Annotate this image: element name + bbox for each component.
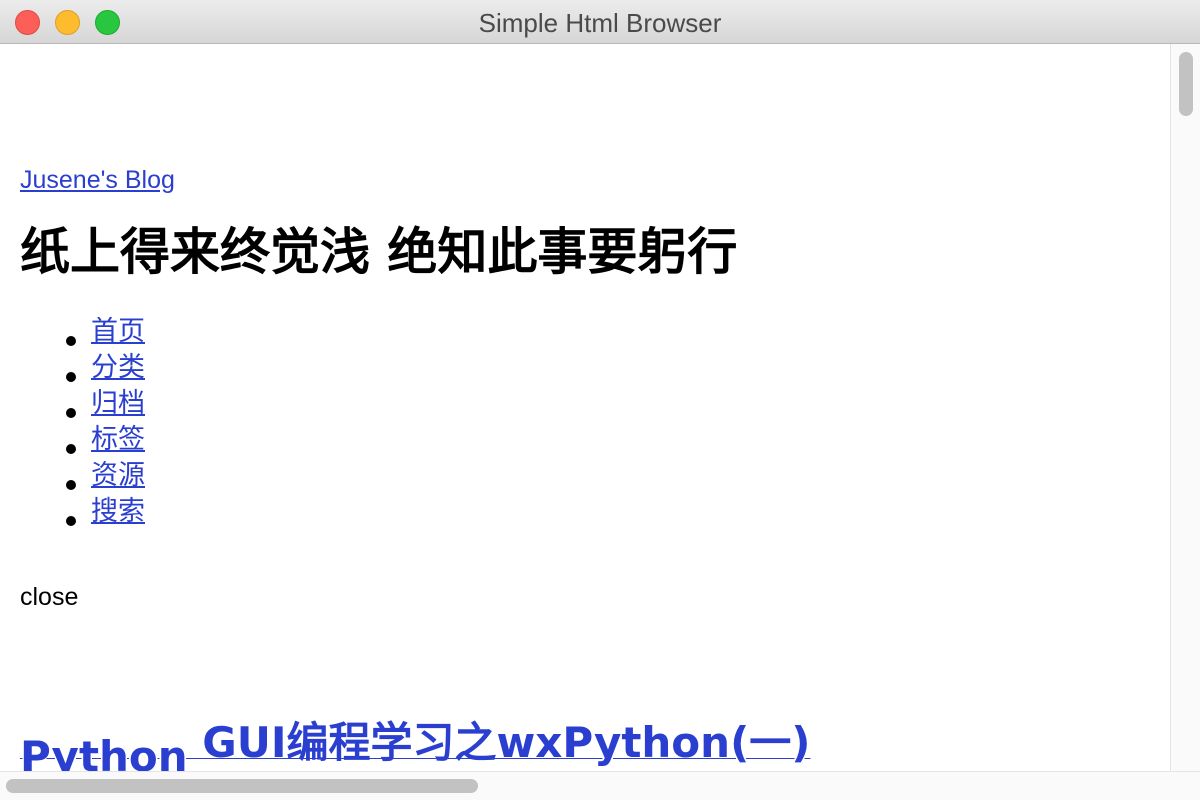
nav-item-archives: 归档 (62, 386, 145, 422)
nav-link-resources[interactable]: 资源 (91, 460, 145, 491)
nav-item-resources: 资源 (62, 458, 145, 494)
nav-link-home[interactable]: 首页 (91, 316, 145, 347)
blog-home-link[interactable]: Jusene's Blog (20, 166, 175, 195)
browser-window: Simple Html Browser Jusene's Blog 纸上得来终觉… (0, 0, 1200, 800)
nav-item-home: 首页 (62, 314, 145, 350)
vertical-scroll-thumb[interactable] (1179, 52, 1193, 116)
nav-item-tags: 标签 (62, 422, 145, 458)
post-title-part2: GUI编程学习之wxPython(一) (202, 718, 811, 767)
horizontal-scrollbar[interactable] (0, 771, 1200, 800)
nav-item-categories: 分类 (62, 350, 145, 386)
horizontal-scroll-thumb[interactable] (6, 779, 478, 793)
bullet-icon (66, 516, 76, 526)
nav-link-archives[interactable]: 归档 (91, 388, 145, 419)
nav-item-search: 搜索 (62, 494, 145, 530)
nav-link-search[interactable]: 搜索 (91, 496, 145, 527)
nav-link-categories[interactable]: 分类 (91, 352, 145, 383)
bullet-icon (66, 480, 76, 490)
bullet-icon (66, 444, 76, 454)
site-nav: 首页 分类 归档 标签 资源 搜索 (62, 314, 145, 530)
bullet-icon (66, 372, 76, 382)
bullet-icon (66, 336, 76, 346)
post-title-link[interactable]: Python GUI编程学习之wxPython(一) (20, 709, 811, 771)
site-tagline: 纸上得来终觉浅 绝知此事要躬行 (20, 223, 738, 281)
close-label[interactable]: close (20, 583, 78, 612)
bullet-icon (66, 408, 76, 418)
page-content: Jusene's Blog 纸上得来终觉浅 绝知此事要躬行 首页 分类 归档 标… (0, 44, 1170, 771)
post-title-part1: Python (20, 732, 203, 771)
window-title: Simple Html Browser (478, 8, 722, 38)
title-bar[interactable]: Simple Html Browser (0, 0, 1200, 44)
nav-link-tags[interactable]: 标签 (91, 424, 145, 455)
vertical-scrollbar[interactable] (1170, 44, 1200, 771)
